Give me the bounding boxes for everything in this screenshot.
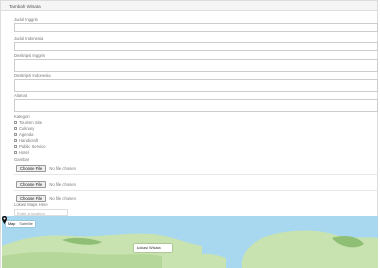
map-view[interactable]: Map Satellite Lokasi Wisata ×	[2, 216, 378, 268]
divider	[14, 190, 378, 191]
alamat-textarea[interactable]	[14, 99, 378, 112]
judul-inggris-input[interactable]	[14, 23, 378, 32]
kategori-option-tourism-site[interactable]: Tourism Site	[14, 120, 42, 125]
panel-header: Tambah Wisata	[0, 0, 378, 11]
map-type-satellite-button[interactable]: Satellite	[17, 221, 35, 227]
deskripsi-inggris-label: Deskripsi Inggris	[14, 53, 45, 58]
kategori-label: Kategori	[14, 114, 30, 119]
divider	[14, 174, 378, 175]
checkbox[interactable]	[14, 139, 17, 142]
lokasi-label: Lokasi Maps Here	[14, 202, 48, 207]
deskripsi-inggris-textarea[interactable]	[14, 59, 378, 72]
deskripsi-indonesia-label: Deskripsi Indonesia	[14, 73, 51, 78]
kategori-option-culinary[interactable]: Culinary	[14, 126, 34, 131]
file-status: No file chosen	[49, 166, 76, 171]
choose-file-button[interactable]: Choose File	[16, 195, 47, 202]
map-type-map-button[interactable]: Map	[6, 221, 17, 227]
gambar-label: Gambar	[14, 157, 30, 162]
map-type-control[interactable]: Map Satellite	[6, 221, 35, 227]
kategori-option-hotel[interactable]: Hotel	[14, 150, 29, 155]
file-input-3[interactable]: Choose File No file chosen	[16, 195, 76, 202]
alamat-label: Alamat	[14, 93, 28, 98]
page-title: Tambah Wisata	[9, 4, 41, 9]
file-status: No file chosen	[49, 196, 76, 201]
deskripsi-indonesia-textarea[interactable]	[14, 79, 378, 92]
file-status: No file chosen	[49, 182, 76, 187]
judul-inggris-label: Judul Inggris	[14, 17, 38, 22]
kategori-option-public-service[interactable]: Public Service	[14, 144, 46, 149]
kategori-option-agenda[interactable]: Agenda	[14, 132, 33, 137]
judul-indonesia-input[interactable]	[14, 42, 378, 51]
judul-indonesia-label: Judul Indonesia	[14, 36, 44, 41]
map-marker-icon[interactable]	[2, 216, 7, 224]
choose-file-button[interactable]: Choose File	[16, 165, 47, 172]
choose-file-button[interactable]: Choose File	[16, 181, 47, 188]
close-icon[interactable]: ×	[137, 245, 170, 250]
location-search-input[interactable]: Enter a location	[14, 209, 68, 216]
checkbox[interactable]	[14, 151, 17, 154]
map-terrain	[2, 230, 378, 268]
checkbox[interactable]	[14, 127, 17, 130]
checkbox[interactable]	[14, 121, 17, 124]
checkbox[interactable]	[14, 145, 17, 148]
file-input-2[interactable]: Choose File No file chosen	[16, 181, 76, 188]
map-info-window: Lokasi Wisata ×	[134, 244, 172, 252]
file-input-1[interactable]: Choose File No file chosen	[16, 165, 76, 172]
kategori-option-handicraft[interactable]: Handicraft	[14, 138, 38, 143]
checkbox[interactable]	[14, 133, 17, 136]
